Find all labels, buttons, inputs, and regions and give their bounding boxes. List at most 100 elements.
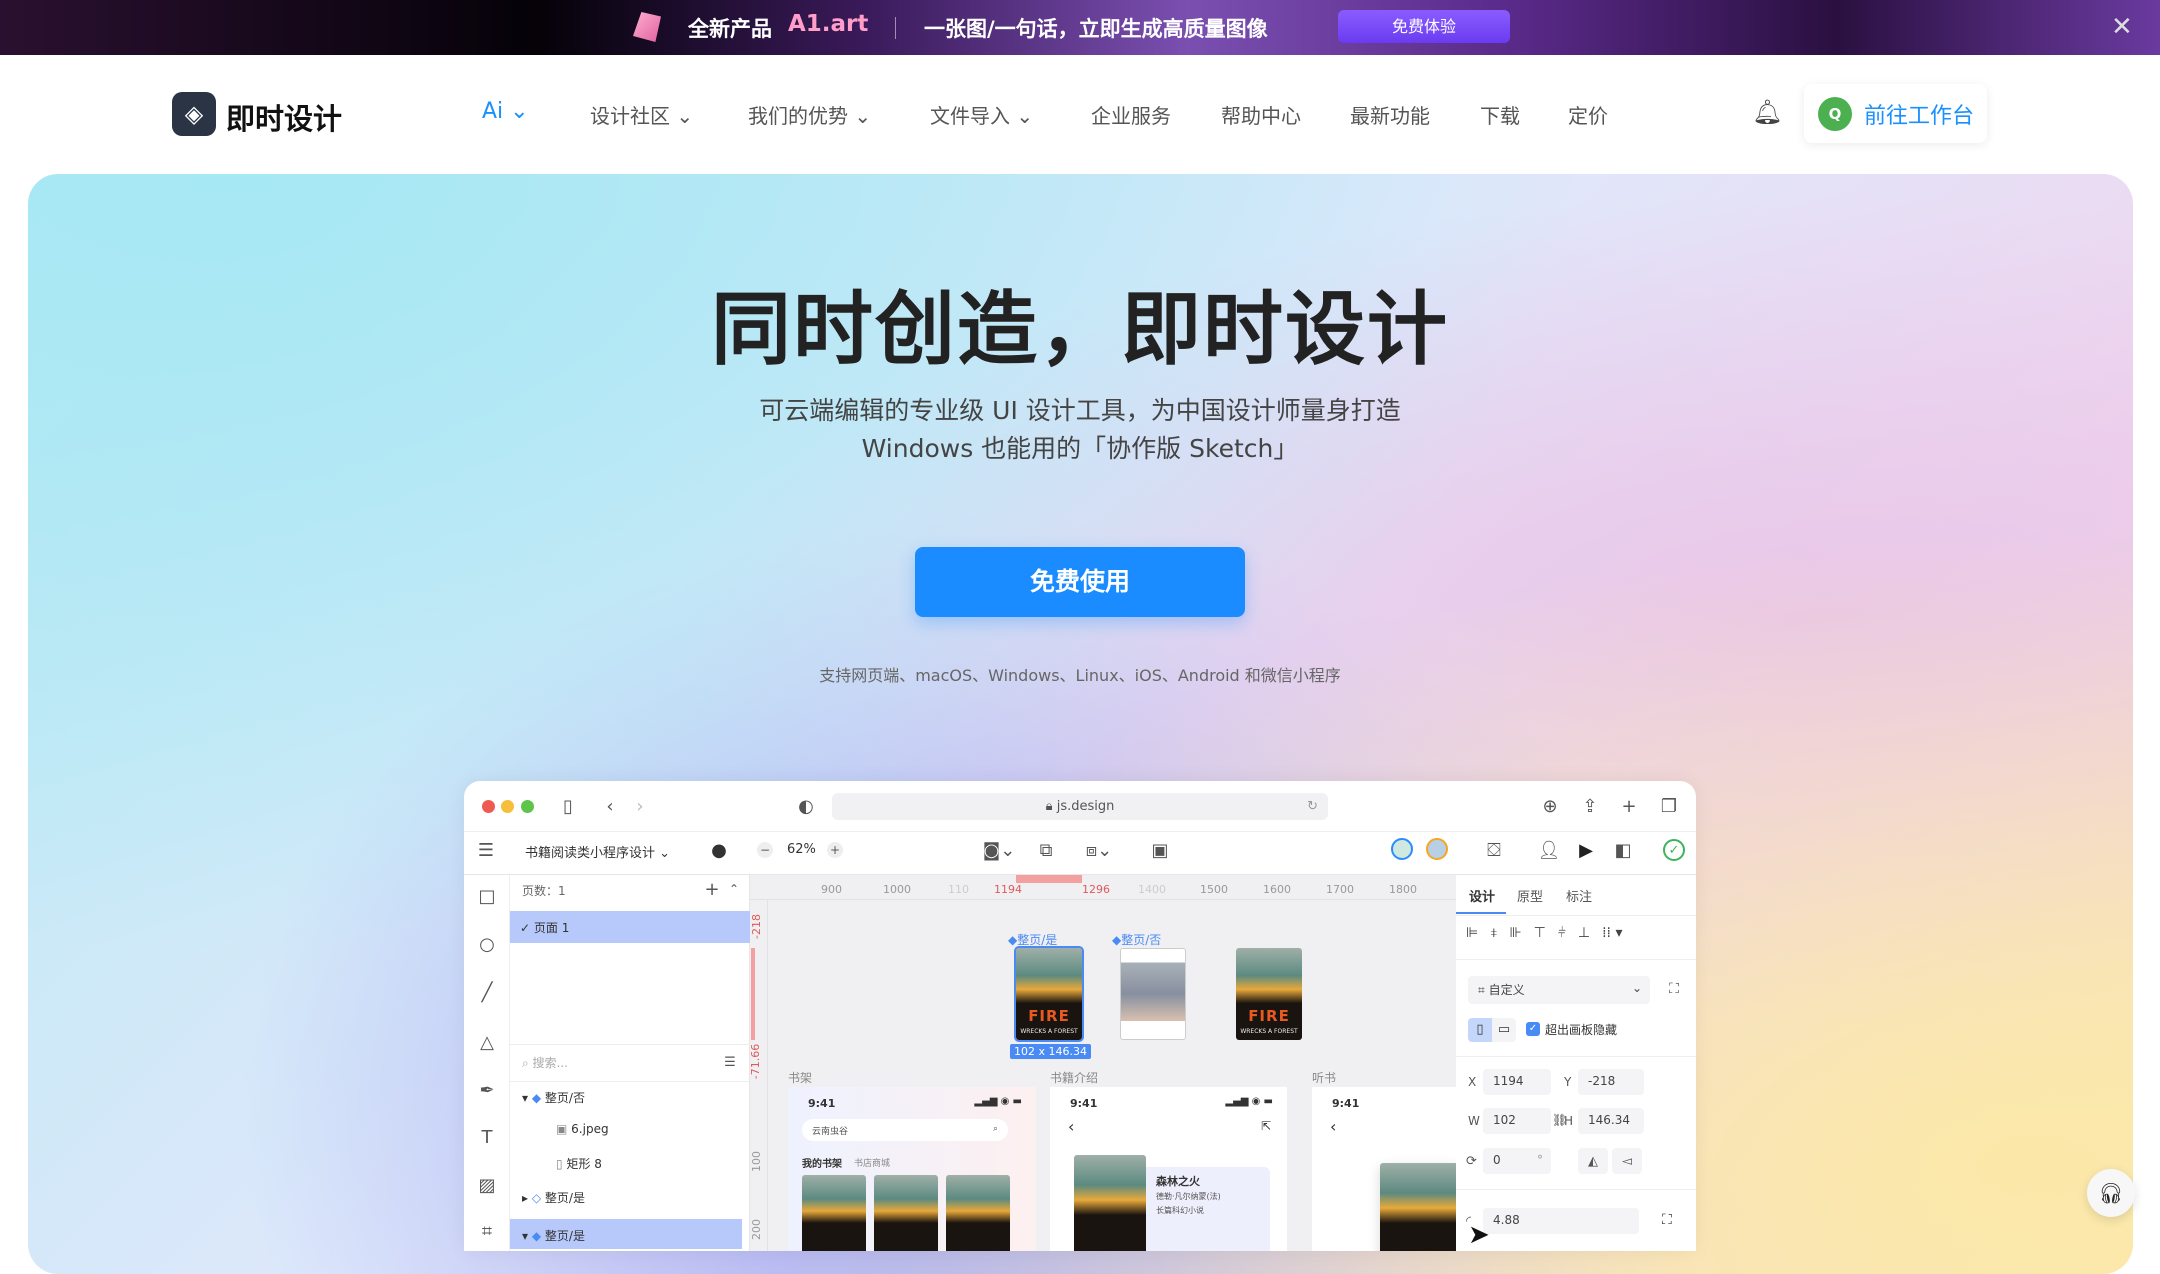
new-tab-icon[interactable]: + <box>1619 796 1639 817</box>
collaborator-avatar[interactable] <box>1391 838 1413 860</box>
tab-design[interactable]: 设计 <box>1469 886 1495 905</box>
nav-ai[interactable]: Ai ⌄ <box>482 99 529 124</box>
book-cover[interactable]: FIRE WRECKS A FOREST <box>1236 948 1302 1040</box>
page-item[interactable]: ✓ 页面 1 <box>510 911 750 943</box>
filter-icon[interactable]: ☰ <box>722 1054 738 1070</box>
ellipse-tool-icon[interactable]: ○ <box>477 934 497 955</box>
nav-community[interactable]: 设计社区 ⌄ <box>590 100 693 129</box>
bell-icon[interactable]: 🔔︎ <box>1752 98 1782 126</box>
layer-item[interactable]: ▣ 6.jpeg <box>556 1122 609 1136</box>
x-input[interactable]: 1194 <box>1483 1069 1551 1095</box>
boolean-icon[interactable]: ⧈⌄ <box>1084 840 1114 861</box>
play-icon[interactable]: ▶ <box>1576 840 1596 861</box>
clip-checkbox[interactable]: ✓ <box>1526 1022 1540 1036</box>
phone-frame-detail[interactable]: 9:41 ▂▄▆ ◉ ▬ ‹ ⇱ 森林之火 德勒·凡尔纳蒙(法) 长篇科幻小说 <box>1050 1087 1287 1251</box>
y-input[interactable]: -218 <box>1578 1069 1644 1095</box>
sidebar-icon[interactable]: ▯ <box>558 796 578 817</box>
phone-frame-shelf[interactable]: 9:41 ▂▄▆ ◉ ▬ 云南虫谷 ⌕ 我的书架 书店商城 <box>788 1087 1036 1251</box>
nav-new-features[interactable]: 最新功能 <box>1350 100 1430 129</box>
add-page-icon[interactable]: + <box>704 879 720 900</box>
align-center-icon[interactable]: ⧧ <box>1490 925 1497 941</box>
file-name[interactable]: 书籍阅读类小程序设计 ⌄ <box>525 842 670 861</box>
share-icon[interactable]: ⇪ <box>1580 796 1600 817</box>
book-cover[interactable] <box>874 1175 938 1251</box>
nav-help[interactable]: 帮助中心 <box>1221 100 1301 129</box>
corner-radius-input[interactable]: 4.88 <box>1483 1208 1639 1234</box>
back-icon[interactable]: ‹ <box>600 794 620 818</box>
fit-icon[interactable]: ⛶ <box>1664 979 1684 999</box>
book-cover[interactable] <box>946 1175 1010 1251</box>
layer-item[interactable]: ▸ ◇ 整页/是 <box>522 1189 585 1206</box>
maximize-dot[interactable] <box>521 800 534 813</box>
plugin-icon[interactable]: ⛋ <box>1484 840 1504 861</box>
phone-tab[interactable]: 书店商城 <box>854 1156 890 1169</box>
try-free-button[interactable]: 免费体验 <box>1338 10 1510 43</box>
polygon-tool-icon[interactable]: △ <box>477 1032 497 1053</box>
h-input[interactable]: 146.34 <box>1578 1108 1644 1134</box>
flip-vertical-icon[interactable]: ◅ <box>1612 1148 1642 1174</box>
tab-annotate[interactable]: 标注 <box>1566 886 1592 905</box>
text-tool-icon[interactable]: T <box>477 1127 497 1148</box>
phone-frame-audio[interactable]: 9:41 ‹ <box>1312 1087 1456 1251</box>
align-right-icon[interactable]: ⊪ <box>1509 925 1521 941</box>
tab-prototype[interactable]: 原型 <box>1517 886 1543 905</box>
book-cover-selected[interactable]: FIRE WRECKS A FOREST <box>1014 946 1084 1042</box>
independent-corners-icon[interactable]: ⛶ <box>1662 1212 1672 1228</box>
flip-horizontal-icon[interactable]: ◭ <box>1578 1148 1608 1174</box>
frame-preset-select[interactable]: ⌗ 自定义 ⌄ <box>1468 976 1650 1004</box>
users-icon[interactable]: 👤︎ <box>1538 840 1561 861</box>
landscape-toggle[interactable]: ▭ <box>1492 1018 1516 1042</box>
theme-icon[interactable]: ● <box>709 840 729 861</box>
align-left-icon[interactable]: ⊫ <box>1466 925 1478 941</box>
zoom-out-icon[interactable]: − <box>757 842 773 858</box>
layer-item[interactable]: ▾ ◆ 整页/否 <box>522 1089 585 1106</box>
w-input[interactable]: 102 <box>1483 1108 1551 1134</box>
scale-icon[interactable]: ⧉ <box>1036 840 1056 861</box>
menu-icon[interactable]: ☰ <box>476 840 496 861</box>
collaborator-avatar[interactable] <box>1426 838 1448 860</box>
nav-download[interactable]: 下载 <box>1480 100 1520 129</box>
logo-text[interactable]: 即时设计 <box>226 96 342 138</box>
book-cover[interactable] <box>802 1175 866 1251</box>
collapse-icon[interactable]: ⌃ <box>726 880 742 898</box>
phone-search[interactable]: 云南虫谷 ⌕ <box>802 1119 1008 1141</box>
rectangle-tool-icon[interactable]: □ <box>477 886 497 907</box>
distribute-icon[interactable]: ⁞⁞ ▾ <box>1602 925 1622 941</box>
image-tool-icon[interactable]: ▨ <box>477 1175 497 1196</box>
headset-support-icon[interactable]: 🎧︎ <box>2087 1169 2135 1217</box>
layout-icon[interactable]: ◧ <box>1613 840 1633 861</box>
pen-tool-icon[interactable]: ✒︎ <box>477 1080 497 1101</box>
minimize-dot[interactable] <box>501 800 514 813</box>
share-icon[interactable]: ⇱ <box>1261 1119 1271 1133</box>
layer-item-selected[interactable]: ▾ ◆ 整页/是 <box>510 1219 742 1249</box>
align-middle-icon[interactable]: ⫩ <box>1558 925 1566 941</box>
nav-import[interactable]: 文件导入 ⌄ <box>930 100 1033 129</box>
mask-icon[interactable]: ◙⌄ <box>983 840 1016 861</box>
nav-advantages[interactable]: 我们的优势 ⌄ <box>748 100 871 129</box>
logo-icon[interactable]: ◈ <box>172 92 216 136</box>
back-icon[interactable]: ‹ <box>1068 1117 1074 1136</box>
line-tool-icon[interactable]: ╱ <box>477 982 497 1003</box>
align-bottom-icon[interactable]: ⊥ <box>1578 925 1590 941</box>
tabs-icon[interactable]: ❐ <box>1659 796 1679 817</box>
rotation-input[interactable]: 0 ° <box>1483 1148 1551 1174</box>
download-icon[interactable]: ⊕ <box>1540 796 1560 817</box>
close-dot[interactable] <box>482 800 495 813</box>
zoom-in-icon[interactable]: + <box>827 842 843 858</box>
book-cover[interactable] <box>1120 948 1186 1040</box>
layer-item[interactable]: ▯ 矩形 8 <box>556 1155 602 1172</box>
frame-tool-icon[interactable]: ⌗ <box>477 1221 497 1242</box>
url-bar[interactable]: 🔒︎ js.design ↻ <box>832 793 1328 820</box>
canvas[interactable]: 900 1000 110 1194 1296 1400 1500 1600 17… <box>750 875 1456 1251</box>
back-icon[interactable]: ‹ <box>1330 1117 1336 1136</box>
align-top-icon[interactable]: ⊤ <box>1534 925 1546 941</box>
frame-icon[interactable]: ▣ <box>1150 840 1170 861</box>
free-use-button[interactable]: 免费使用 <box>915 547 1245 617</box>
phone-tab[interactable]: 我的书架 <box>802 1155 842 1170</box>
portrait-toggle[interactable]: ▯ <box>1468 1018 1492 1042</box>
book-cover[interactable] <box>1074 1155 1146 1251</box>
forward-icon[interactable]: › <box>630 794 650 818</box>
workspace-button[interactable]: Q 前往工作台 <box>1804 84 1987 143</box>
nav-pricing[interactable]: 定价 <box>1568 100 1608 129</box>
close-icon[interactable]: ✕ <box>2111 12 2133 42</box>
